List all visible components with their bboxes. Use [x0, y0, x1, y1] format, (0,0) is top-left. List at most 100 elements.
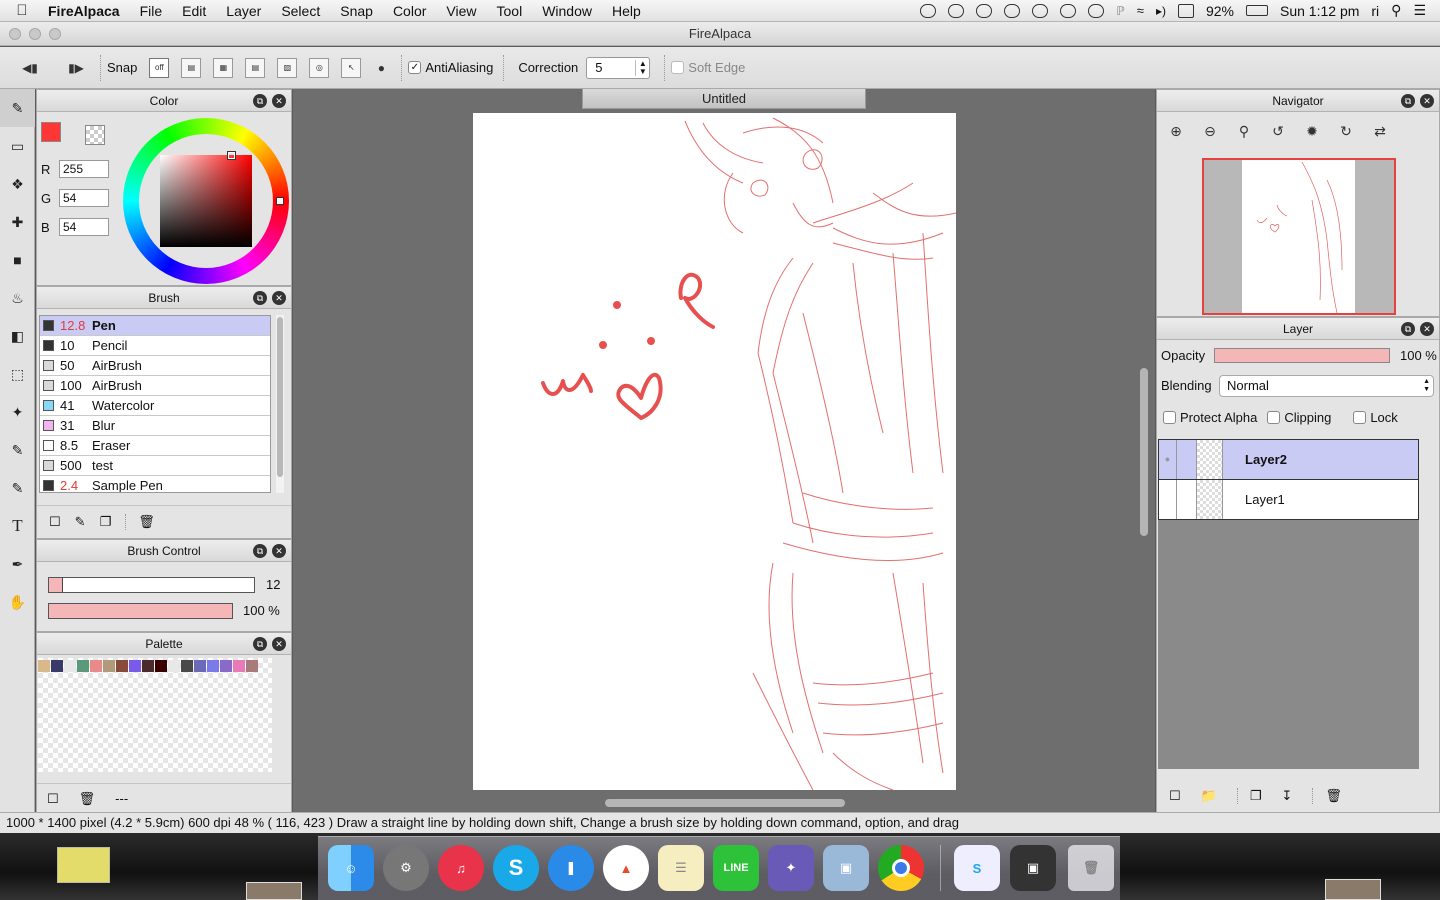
panel-float-icon[interactable]: ⧉: [253, 544, 267, 558]
menu-select[interactable]: Select: [271, 3, 330, 19]
layer-row-layer1[interactable]: Layer1: [1158, 480, 1419, 520]
brush-row[interactable]: 500 test: [40, 456, 270, 476]
palette-swatch[interactable]: [90, 660, 102, 672]
spotlight-icon[interactable]: ⚲: [1391, 2, 1401, 19]
palette-swatch[interactable]: [64, 660, 76, 672]
soft-edge-checkbox[interactable]: [671, 61, 685, 74]
panel-float-icon[interactable]: ⧉: [253, 94, 267, 108]
palette-swatch[interactable]: [51, 660, 63, 672]
select-pen-icon[interactable]: ✎: [0, 431, 35, 469]
dot-tool-icon[interactable]: ❖: [0, 165, 35, 203]
layer-list-scrollbar[interactable]: [1420, 439, 1439, 769]
hue-cursor[interactable]: [276, 197, 284, 205]
sv-cursor[interactable]: [227, 151, 236, 160]
delete-brush-icon[interactable]: 🗑: [125, 513, 155, 530]
brush-row[interactable]: 41 Watercolor: [40, 396, 270, 416]
menu-window[interactable]: Window: [532, 3, 602, 19]
navigator-preview[interactable]: [1202, 158, 1396, 315]
select-tool-icon[interactable]: ⬚: [0, 355, 35, 393]
saturation-value-square[interactable]: [160, 155, 252, 247]
blending-select[interactable]: Normal ▲ ▼: [1219, 375, 1434, 397]
brush-row[interactable]: 100 AirBrush: [40, 376, 270, 396]
panel-close-icon[interactable]: ✕: [1420, 94, 1434, 108]
photo-window-thumbnail-icon[interactable]: ▣: [1010, 845, 1056, 891]
skype-icon[interactable]: S: [493, 845, 539, 891]
palette-swatch[interactable]: [181, 660, 193, 672]
zoom-in-icon[interactable]: ⊕: [1165, 120, 1187, 142]
preview-icon[interactable]: ▣: [823, 845, 869, 891]
line-icon[interactable]: LINE: [713, 845, 759, 891]
clipping-checkbox[interactable]: [1267, 411, 1281, 424]
new-palette-icon[interactable]: ☐: [47, 791, 59, 807]
menu-edit[interactable]: Edit: [172, 3, 216, 19]
hand-tool-icon[interactable]: ✋: [0, 583, 35, 621]
chat-bubble-icon[interactable]: [1060, 3, 1077, 18]
panel-float-icon[interactable]: ⧉: [1401, 94, 1415, 108]
correction-stepper[interactable]: 5 ▲ ▼: [586, 56, 651, 79]
layer-visibility-icon[interactable]: ●: [1159, 440, 1177, 479]
paint-app-icon[interactable]: ✦: [768, 845, 814, 891]
layer-edit-marker[interactable]: [1177, 480, 1197, 519]
menu-snap[interactable]: Snap: [330, 3, 383, 19]
zoom-reset-icon[interactable]: ⚲: [1233, 120, 1255, 142]
snap-circle-icon[interactable]: ◎: [309, 57, 330, 78]
layer-row-layer2[interactable]: ● Layer2: [1158, 440, 1419, 480]
brush-opacity-slider[interactable]: [48, 603, 233, 619]
new-layer-icon[interactable]: ☐: [1169, 788, 1181, 804]
palette-swatch[interactable]: [207, 660, 219, 672]
foreground-color-swatch[interactable]: [41, 122, 61, 142]
status-app-icon-4[interactable]: [1032, 3, 1049, 18]
antialiasing-checkbox[interactable]: ✓: [408, 61, 422, 74]
status-app-icon-2[interactable]: [948, 3, 965, 18]
menu-layer[interactable]: Layer: [216, 3, 271, 19]
eraser-tool-icon[interactable]: ▭: [0, 127, 35, 165]
line-status-icon[interactable]: [976, 3, 993, 18]
rotate-reset-icon[interactable]: ✹: [1301, 120, 1323, 142]
palette-swatch[interactable]: [142, 660, 154, 672]
menu-app-name[interactable]: FireAlpaca: [44, 3, 130, 19]
volume-icon[interactable]: ▸): [1156, 4, 1166, 18]
menu-color[interactable]: Color: [383, 3, 436, 19]
minimize-window-button[interactable]: [29, 28, 41, 40]
move-tool-icon[interactable]: ✚: [0, 203, 35, 241]
snap-dot-icon[interactable]: ●: [371, 58, 391, 78]
palette-swatch[interactable]: [38, 660, 50, 672]
wifi-icon[interactable]: ≈: [1137, 3, 1144, 18]
firealpaca-icon[interactable]: ▲: [603, 845, 649, 891]
palette-swatches[interactable]: [38, 658, 272, 772]
redo-button[interactable]: ▮▶: [66, 58, 86, 78]
new-brush-icon[interactable]: ☐: [49, 514, 61, 530]
brush-row[interactable]: 10 Pencil: [40, 336, 270, 356]
panel-close-icon[interactable]: ✕: [1420, 322, 1434, 336]
palette-swatch[interactable]: [233, 660, 245, 672]
canvas-horizontal-scrollbar[interactable]: [605, 799, 845, 807]
palette-swatch[interactable]: [168, 660, 180, 672]
merge-down-icon[interactable]: ↧: [1282, 788, 1293, 804]
lock-checkbox[interactable]: [1353, 411, 1367, 424]
pen-tool-icon[interactable]: ✎: [0, 89, 35, 127]
magic-wand-icon[interactable]: ✦: [0, 393, 35, 431]
brush-row[interactable]: 8.5 Eraser: [40, 436, 270, 456]
system-preferences-icon[interactable]: ⚙: [383, 845, 429, 891]
b-input[interactable]: 54: [59, 218, 109, 236]
finder-icon[interactable]: ☺: [328, 845, 374, 891]
g-input[interactable]: 54: [59, 189, 109, 207]
snap-perspective-icon[interactable]: ▨: [277, 57, 298, 78]
user-name[interactable]: ri: [1371, 3, 1379, 19]
desktop-thumbnail-left[interactable]: [246, 882, 302, 900]
stepper-arrows-icon[interactable]: ▲ ▼: [635, 59, 649, 76]
panel-close-icon[interactable]: ✕: [272, 637, 286, 651]
panel-close-icon[interactable]: ✕: [272, 291, 286, 305]
brush-list-scrollbar[interactable]: [276, 315, 284, 493]
panel-float-icon[interactable]: ⧉: [253, 637, 267, 651]
layer-visibility-icon[interactable]: [1159, 480, 1177, 519]
brush-row[interactable]: 2.4 Sample Pen: [40, 476, 270, 492]
menu-help[interactable]: Help: [602, 3, 651, 19]
time-machine-icon[interactable]: [1088, 3, 1105, 18]
transparent-color-swatch[interactable]: [85, 125, 105, 145]
panel-float-icon[interactable]: ⧉: [1401, 322, 1415, 336]
palette-swatch[interactable]: [77, 660, 89, 672]
close-window-button[interactable]: [9, 28, 21, 40]
new-folder-icon[interactable]: 📁: [1201, 788, 1217, 804]
brush-row[interactable]: 50 AirBrush: [40, 356, 270, 376]
